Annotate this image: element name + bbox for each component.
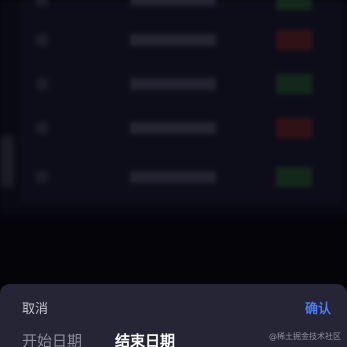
confirm-button[interactable]: 确认 xyxy=(305,298,331,317)
tab-end-date[interactable]: 结束日期 xyxy=(115,330,175,347)
screen: 取消 确认 开始日期 结束日期 @稀土掘金技术社区 xyxy=(0,0,347,347)
tab-start-date[interactable]: 开始日期 xyxy=(22,330,82,347)
cancel-button[interactable]: 取消 xyxy=(22,298,48,317)
sheet-header: 取消 确认 xyxy=(0,284,347,328)
watermark: @稀土掘金技术社区 xyxy=(269,332,341,341)
